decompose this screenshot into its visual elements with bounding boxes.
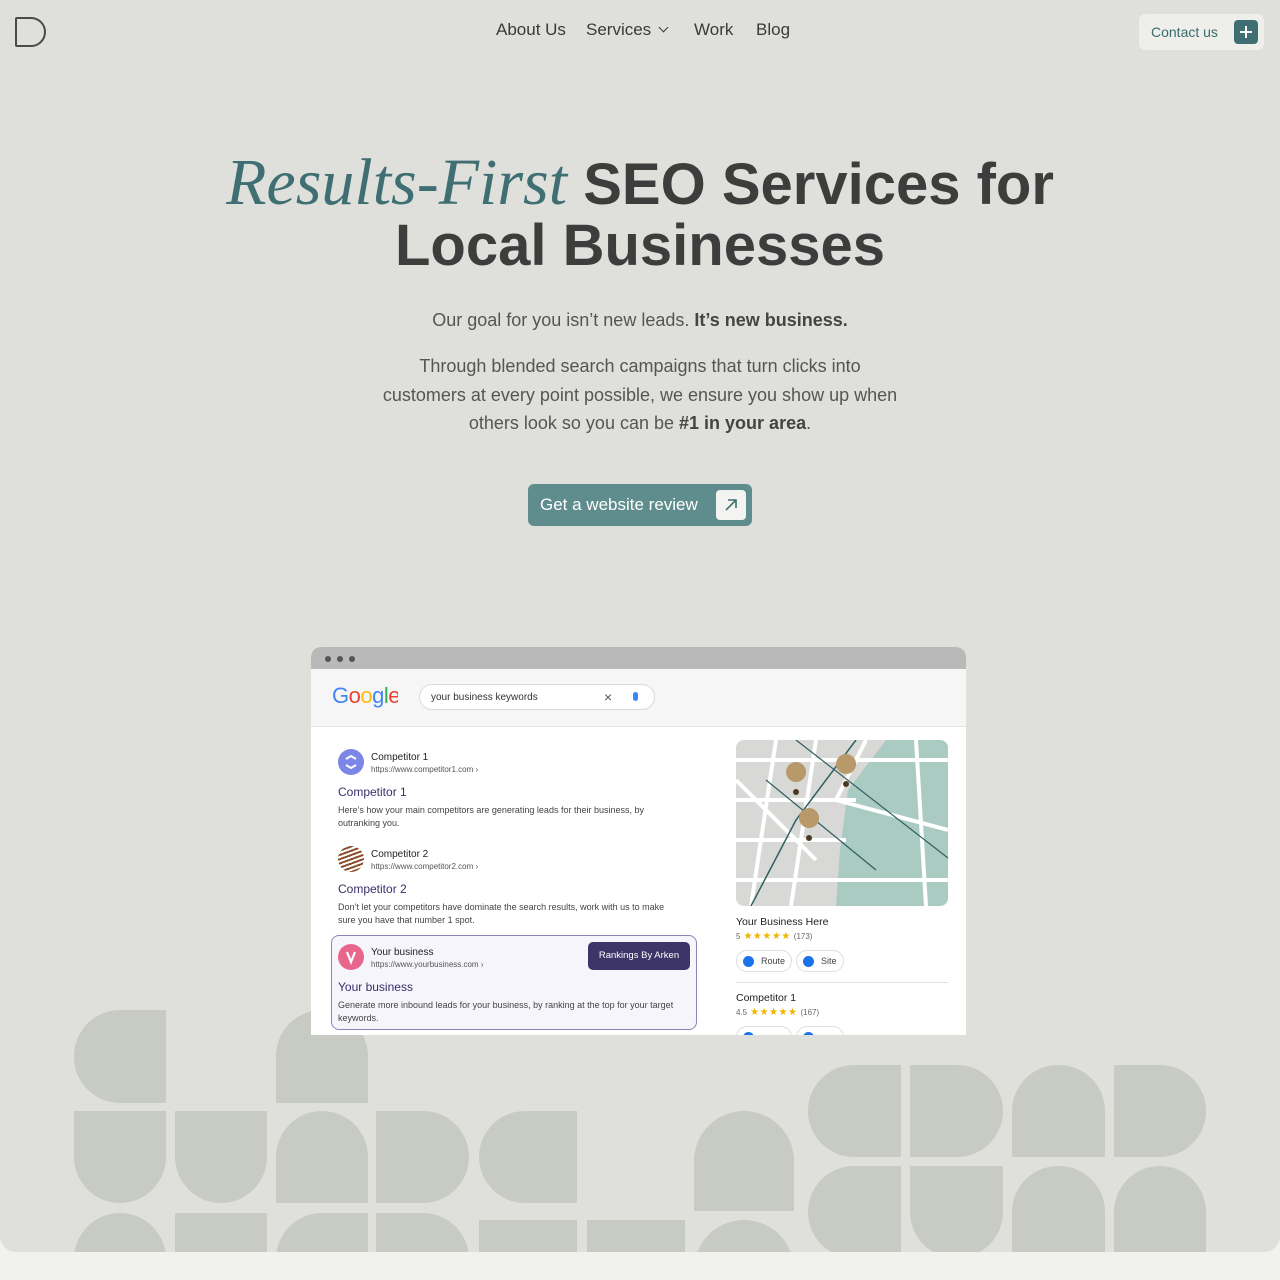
result-description: Here’s how your main competitors are gen… [338,805,644,828]
route-label: Route [761,956,786,966]
result-title[interactable]: Competitor 2 [338,882,407,896]
globe-icon [803,956,814,967]
nav-about-us[interactable]: About Us [496,20,566,40]
directions-icon [743,956,754,967]
window-dot-icon [325,656,331,662]
star-rating-icon: ★★★★★ [743,931,791,942]
nav-services-label: Services [586,20,652,39]
window-dot-icon [349,656,355,662]
competitor-2-icon [338,846,364,872]
route-button[interactable]: Route [736,950,792,972]
hero-tagline: Our goal for you isn’t new leads. It’s n… [0,310,1280,331]
listing-divider [736,982,948,983]
browser-titlebar [311,647,966,669]
directions-icon [743,1032,754,1035]
contact-label: Contact us [1151,24,1218,40]
result-site-name: Competitor 2 [371,849,429,860]
review-count: (173) [793,932,813,941]
result-url: https://www.competitor1.com › [371,765,479,774]
nav-services[interactable]: Services [586,20,669,40]
arrow-up-right-icon [716,490,746,520]
hero-title: Results-First SEO Services for Local Bus… [0,150,1280,278]
result-title[interactable]: Your business [338,980,413,994]
site-button[interactable] [796,1026,844,1035]
search-input[interactable]: your business keywords × [419,684,655,710]
desc-bold: #1 in your area [679,413,807,433]
page: About Us Services Work Blog Contact us R… [0,0,1280,1252]
nav-work[interactable]: Work [694,20,733,40]
globe-icon [803,1032,814,1035]
result-site-name: Competitor 1 [371,752,429,763]
chevron-down-icon [658,22,669,33]
result-url: https://www.competitor2.com › [371,862,479,871]
hero-description: Through blended search campaigns that tu… [380,352,900,438]
window-dot-icon [337,656,343,662]
site-button[interactable]: Site [796,950,844,972]
result-title[interactable]: Competitor 1 [338,785,407,799]
star-rating-icon: ★★★★★ [750,1007,798,1018]
rating-value: 5 [736,932,741,941]
brand-logo[interactable] [15,17,46,47]
desc-plain: Through blended search campaigns that tu… [382,356,898,433]
listing-name: Your Business Here [736,916,829,928]
google-logo: Google [332,683,398,708]
microphone-icon[interactable] [633,692,638,701]
cta-label: Get a website review [540,495,698,514]
hero-title-rest: SEO Services for [583,152,1054,217]
listing-rating: 5 ★★★★★ (173) [736,931,812,942]
result-site-name: Your business [371,947,434,958]
contact-button[interactable]: Contact us [1139,14,1264,50]
listing-name: Competitor 1 [736,992,797,1004]
local-map[interactable] [736,740,948,906]
desc-end: . [806,413,812,433]
search-results-mockup: Google your business keywords × Competit… [311,647,966,1035]
google-header: Google your business keywords × [311,669,966,727]
tagline-plain: Our goal for you isn’t new leads. [432,310,690,330]
search-query: your business keywords [431,692,538,703]
hero-title-line2: Local Businesses [395,213,885,278]
rankings-button[interactable]: Rankings By Arken [588,942,690,970]
hero-title-italic: Results-First [226,146,568,219]
tagline-bold: It’s new business. [694,310,848,330]
route-button[interactable] [736,1026,792,1035]
plus-icon [1234,20,1258,44]
rating-value: 4.5 [736,1008,748,1017]
nav-blog[interactable]: Blog [756,20,790,40]
review-count: (167) [800,1008,820,1017]
svg-text:Google: Google [332,683,398,708]
result-description: Don’t let your competitors have dominate… [338,902,665,925]
site-label: Site [821,956,837,966]
competitor-1-icon [338,749,364,775]
listing-rating: 4.5 ★★★★★ (167) [736,1007,819,1018]
clear-icon[interactable]: × [604,689,612,705]
website-review-button[interactable]: Get a website review [528,484,752,526]
your-business-icon [338,944,364,970]
result-description: Generate more inbound leads for your bus… [338,1000,674,1023]
result-url: https://www.yourbusiness.com › [371,960,484,969]
